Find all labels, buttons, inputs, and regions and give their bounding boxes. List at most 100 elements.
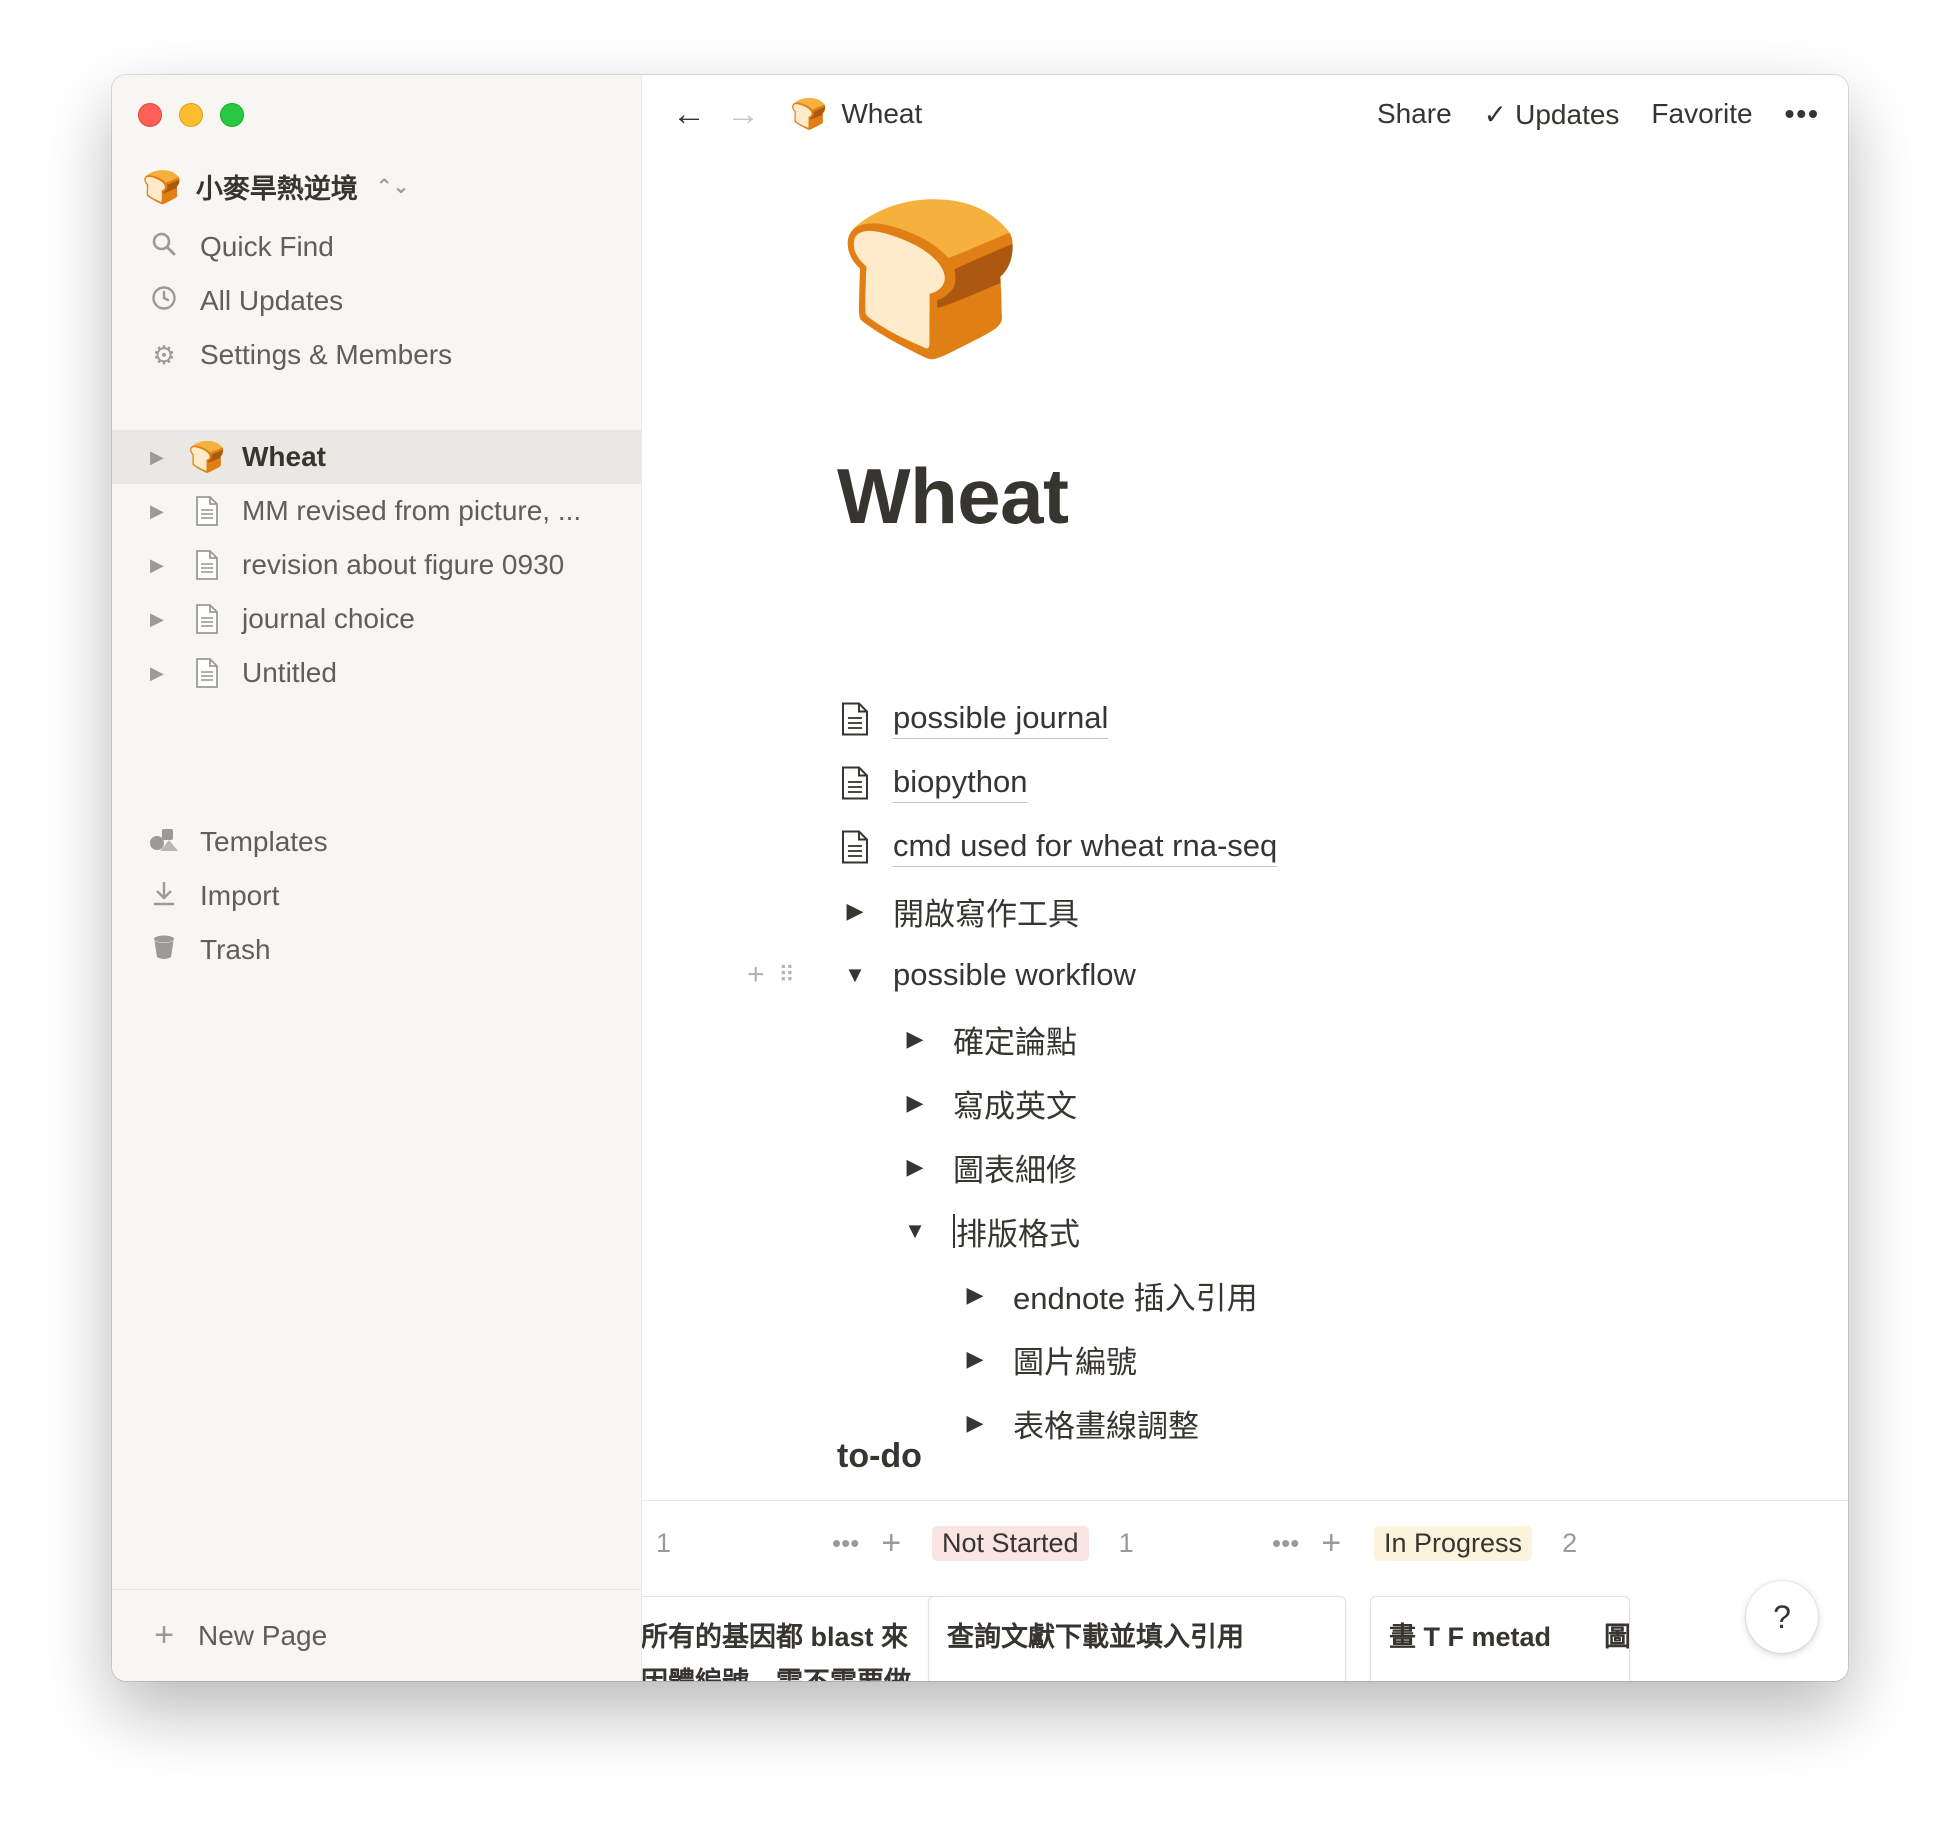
toggle-collapsed-icon[interactable]: ▶: [957, 1282, 993, 1308]
toggle-expanded-icon[interactable]: ▼: [897, 1218, 933, 1244]
toggle-label: 圖表細修: [953, 1152, 1077, 1188]
column-count: 1: [1118, 1527, 1134, 1558]
toggle-label[interactable]: 排版格式: [956, 1209, 1080, 1254]
toggle-label: 圖片編號: [1013, 1344, 1137, 1380]
sidebar-item-all-updates[interactable]: All Updates: [112, 274, 641, 328]
page-title[interactable]: Wheat: [837, 451, 1069, 542]
page-link-biopython[interactable]: biopython: [837, 751, 1277, 815]
board-card[interactable]: 畫 T F metad 圖: [1370, 1596, 1630, 1681]
sidebar-item-quick-find[interactable]: Quick Find: [112, 220, 641, 274]
sidebar: 🍞 小麥旱熱逆境 ⌃⌄ Quick Find All Updates ⚙ Set…: [112, 75, 642, 1681]
board-card[interactable]: 所有的基因都 blast 來 因體編號，需不需要做: [642, 1596, 947, 1681]
app-window: 🍞 小麥旱熱逆境 ⌃⌄ Quick Find All Updates ⚙ Set…: [112, 75, 1848, 1681]
page-link-possible-journal[interactable]: possible journal: [837, 687, 1277, 751]
zoom-window-button[interactable]: [220, 103, 244, 127]
toggle-format-step[interactable]: ▶ 表格畫線調整: [957, 1391, 1277, 1455]
bread-icon: 🍞: [142, 168, 182, 205]
close-window-button[interactable]: [138, 103, 162, 127]
back-arrow-icon[interactable]: ←: [672, 95, 706, 134]
toggle-collapsed-icon[interactable]: ▶: [897, 1090, 933, 1116]
more-options-icon[interactable]: •••: [1272, 1528, 1299, 1559]
expand-triangle-icon[interactable]: ▶: [150, 447, 170, 468]
main-content: ← → 🍞 Wheat Share ✓ Updates Favorite ••• …: [642, 75, 1848, 1681]
plus-icon[interactable]: +: [1321, 1524, 1341, 1563]
trash-icon: [148, 934, 180, 967]
column-tools: ••• +: [832, 1523, 901, 1563]
new-page-button[interactable]: + New Page: [112, 1589, 641, 1681]
toggle-possible-workflow[interactable]: + ⠿ ▼ possible workflow: [747, 943, 1277, 1007]
expand-triangle-icon[interactable]: ▶: [150, 609, 170, 630]
sidebar-item-trash[interactable]: Trash: [112, 923, 641, 977]
status-badge[interactable]: In Progress: [1374, 1525, 1533, 1561]
sidebar-page-label: Wheat: [242, 441, 326, 472]
card-title: 查詢文獻下載並填入引用: [947, 1622, 1244, 1652]
toggle-collapsed-icon[interactable]: ▶: [837, 898, 873, 924]
page-link-cmd-rna-seq[interactable]: cmd used for wheat rna-seq: [837, 815, 1278, 879]
block-handle[interactable]: + ⠿: [747, 958, 795, 992]
sidebar-item-settings[interactable]: ⚙ Settings & Members: [112, 328, 641, 382]
card-title-tail: 圖: [1604, 1622, 1630, 1652]
expand-triangle-icon[interactable]: ▶: [150, 663, 170, 684]
toggle-label: endnote 插入引用: [1013, 1280, 1258, 1316]
todo-heading[interactable]: to-do: [837, 1437, 922, 1476]
toggle-workflow-step[interactable]: ▶ 確定論點: [897, 1007, 1277, 1071]
sidebar-page-label: journal choice: [242, 603, 415, 634]
column-count: 1: [656, 1527, 672, 1558]
toggle-collapsed-icon[interactable]: ▶: [897, 1154, 933, 1180]
toggle-format-step[interactable]: ▶ 圖片編號: [957, 1327, 1277, 1391]
topbar: ← → 🍞 Wheat Share ✓ Updates Favorite •••: [642, 75, 1848, 153]
workspace-name: 小麥旱熱逆境: [195, 174, 358, 204]
workspace-switcher[interactable]: 🍞 小麥旱熱逆境 ⌃⌄: [142, 167, 409, 206]
breadcrumb[interactable]: 🍞 Wheat: [790, 97, 922, 132]
expand-triangle-icon[interactable]: ▶: [150, 501, 170, 522]
plus-icon[interactable]: +: [747, 958, 765, 992]
more-options-icon[interactable]: •••: [1785, 98, 1820, 130]
sidebar-item-import[interactable]: Import: [112, 869, 641, 923]
sidebar-pages: ▶ 🍞 Wheat ▶ MM revised from picture, ...…: [112, 430, 641, 700]
toggle-label: 表格畫線調整: [1013, 1408, 1199, 1444]
expand-triangle-icon[interactable]: ▶: [150, 555, 170, 576]
toggle-workflow-step[interactable]: ▶ 寫成英文: [897, 1071, 1277, 1135]
document-icon: [837, 702, 873, 736]
board-column-header: In Progress 2: [1374, 1523, 1577, 1563]
toggle-format[interactable]: ▼ 排版格式: [897, 1199, 1277, 1263]
toggle-collapsed-icon[interactable]: ▶: [897, 1026, 933, 1052]
page-icon[interactable]: 🍞: [837, 203, 1024, 353]
column-tools: ••• +: [1272, 1523, 1341, 1563]
sidebar-item-templates[interactable]: Templates: [112, 815, 641, 869]
document-icon: [837, 766, 873, 800]
sidebar-page-untitled[interactable]: ▶ Untitled: [112, 646, 641, 700]
plus-icon[interactable]: +: [881, 1524, 901, 1563]
sidebar-item-label: All Updates: [200, 285, 344, 316]
sidebar-page-journal-choice[interactable]: ▶ journal choice: [112, 592, 641, 646]
updates-button[interactable]: ✓ Updates: [1484, 98, 1620, 131]
document-icon: [837, 830, 873, 864]
share-button[interactable]: Share: [1377, 98, 1452, 130]
toggle-expanded-icon[interactable]: ▼: [837, 962, 873, 988]
sidebar-page-mm-revised[interactable]: ▶ MM revised from picture, ...: [112, 484, 641, 538]
sidebar-page-revision[interactable]: ▶ revision about figure 0930: [112, 538, 641, 592]
page-link-label: possible journal: [893, 699, 1109, 739]
drag-handle-icon[interactable]: ⠿: [779, 962, 795, 988]
toggle-writing-tools[interactable]: ▶ 開啟寫作工具: [837, 879, 1277, 943]
favorite-button[interactable]: Favorite: [1651, 98, 1752, 130]
board-card[interactable]: 查詢文獻下載並填入引用: [928, 1596, 1346, 1681]
chevron-updown-icon: ⌃⌄: [375, 176, 410, 198]
toggle-collapsed-icon[interactable]: ▶: [957, 1346, 993, 1372]
sidebar-page-wheat[interactable]: ▶ 🍞 Wheat: [112, 430, 641, 484]
minimize-window-button[interactable]: [179, 103, 203, 127]
toggle-collapsed-icon[interactable]: ▶: [957, 1410, 993, 1436]
more-options-icon[interactable]: •••: [832, 1528, 859, 1559]
status-badge[interactable]: Not Started: [932, 1525, 1089, 1561]
document-icon: [190, 658, 224, 688]
gear-icon: ⚙: [152, 339, 176, 370]
toggle-format-step[interactable]: ▶ endnote 插入引用: [957, 1263, 1277, 1327]
forward-arrow-icon[interactable]: →: [726, 95, 760, 134]
sidebar-page-label: Untitled: [242, 657, 337, 688]
help-button[interactable]: ?: [1746, 1581, 1818, 1653]
toggle-workflow-step[interactable]: ▶ 圖表細修: [897, 1135, 1277, 1199]
updates-label: Updates: [1515, 98, 1620, 130]
document-icon: [190, 550, 224, 580]
card-title: 所有的基因都 blast 來: [642, 1622, 909, 1652]
toggle-label: possible workflow: [893, 957, 1136, 992]
